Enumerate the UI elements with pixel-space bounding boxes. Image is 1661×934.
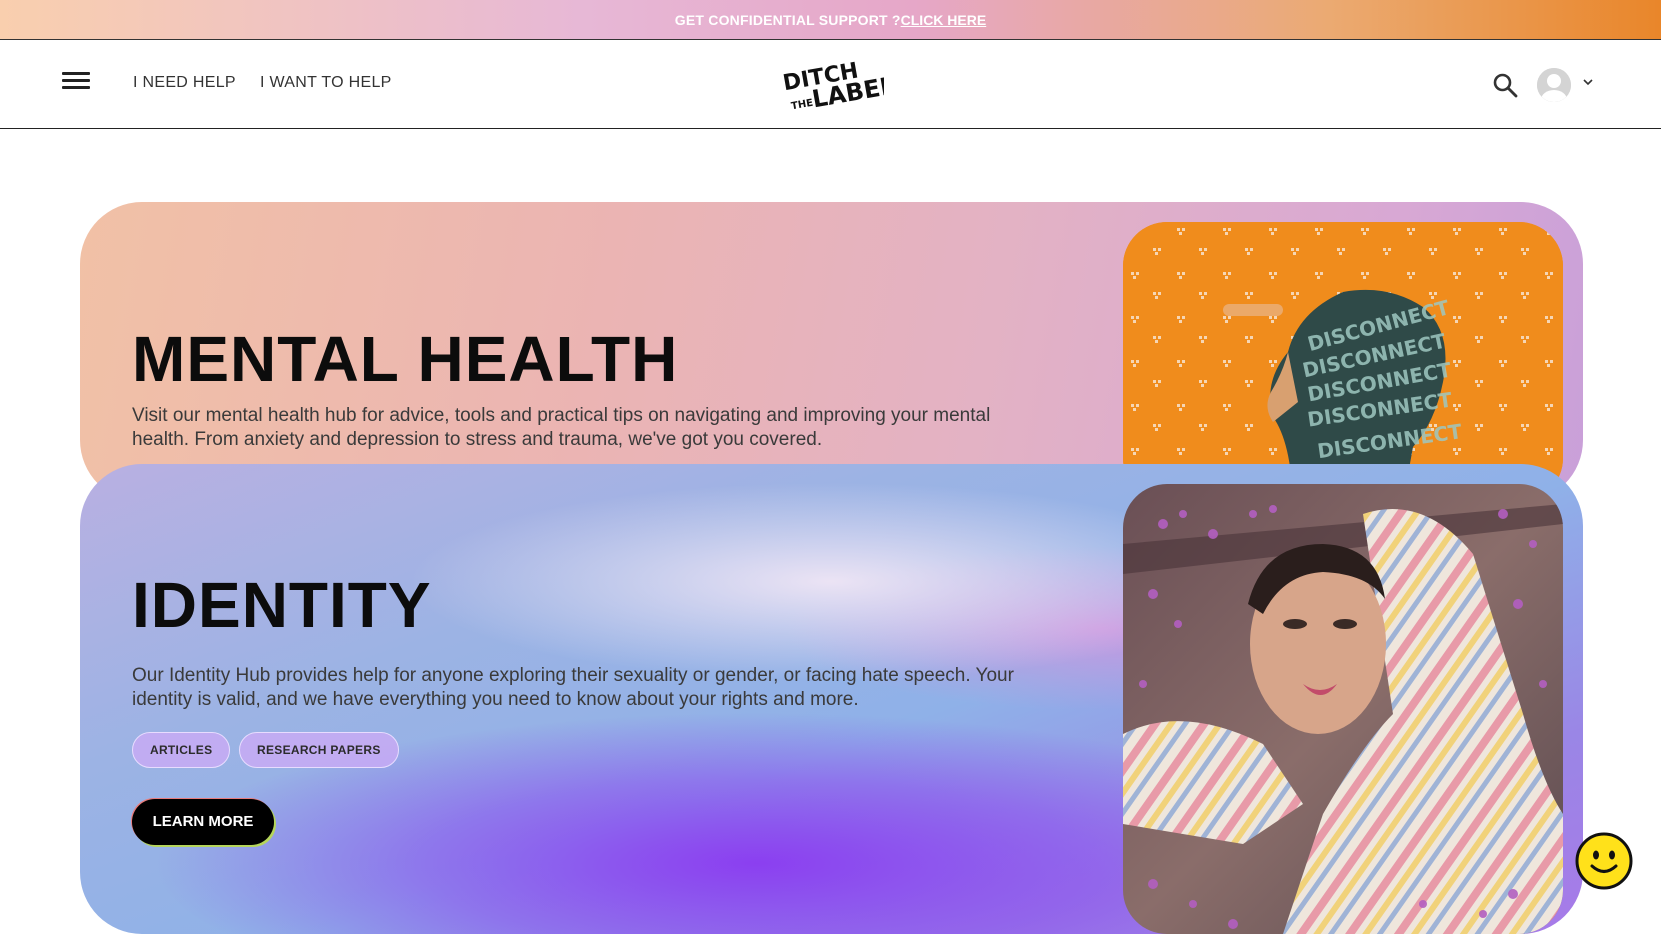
logo-line2: THE xyxy=(790,98,814,110)
identity-image xyxy=(1123,484,1563,934)
identity-title: IDENTITY xyxy=(132,569,432,641)
mental-health-description: Visit our mental health hub for advice, … xyxy=(132,405,991,450)
identity-description: Our Identity Hub provides help for anyon… xyxy=(132,665,1014,710)
nav-i-need-help[interactable]: I NEED HELP xyxy=(133,74,236,92)
search-icon[interactable] xyxy=(1492,72,1518,98)
tag-research-papers[interactable]: RESEARCH PAPERS xyxy=(239,732,399,768)
learn-more-button[interactable]: LEARN MORE xyxy=(132,799,274,845)
mental-health-image: DISCONNECT DISCONNECT DISCONNECT DISCONN… xyxy=(1123,222,1563,502)
ditch-the-label-logo[interactable]: DITCH THE LABEL xyxy=(780,58,884,110)
banner-link[interactable]: CLICK HERE xyxy=(901,12,987,28)
hamburger-menu-icon[interactable] xyxy=(62,72,90,92)
nav-i-want-to-help[interactable]: I WANT TO HELP xyxy=(260,74,392,92)
banner-text: GET CONFIDENTIAL SUPPORT ? xyxy=(674,11,901,28)
site-header: I NEED HELP I WANT TO HELP DITCH THE LAB… xyxy=(0,40,1661,129)
mental-health-title: MENTAL HEALTH xyxy=(132,323,679,395)
chevron-down-icon[interactable] xyxy=(1582,76,1594,88)
support-banner: GET CONFIDENTIAL SUPPORT ? CLICK HERE xyxy=(0,0,1661,40)
avatar-icon[interactable] xyxy=(1537,68,1571,102)
smiley-chat-icon[interactable] xyxy=(1575,832,1633,890)
tag-articles[interactable]: ARTICLES xyxy=(132,732,231,768)
mental-health-card: MENTAL HEALTH Visit our mental health hu… xyxy=(80,202,1583,502)
identity-card: IDENTITY Our Identity Hub provides help … xyxy=(80,464,1583,934)
